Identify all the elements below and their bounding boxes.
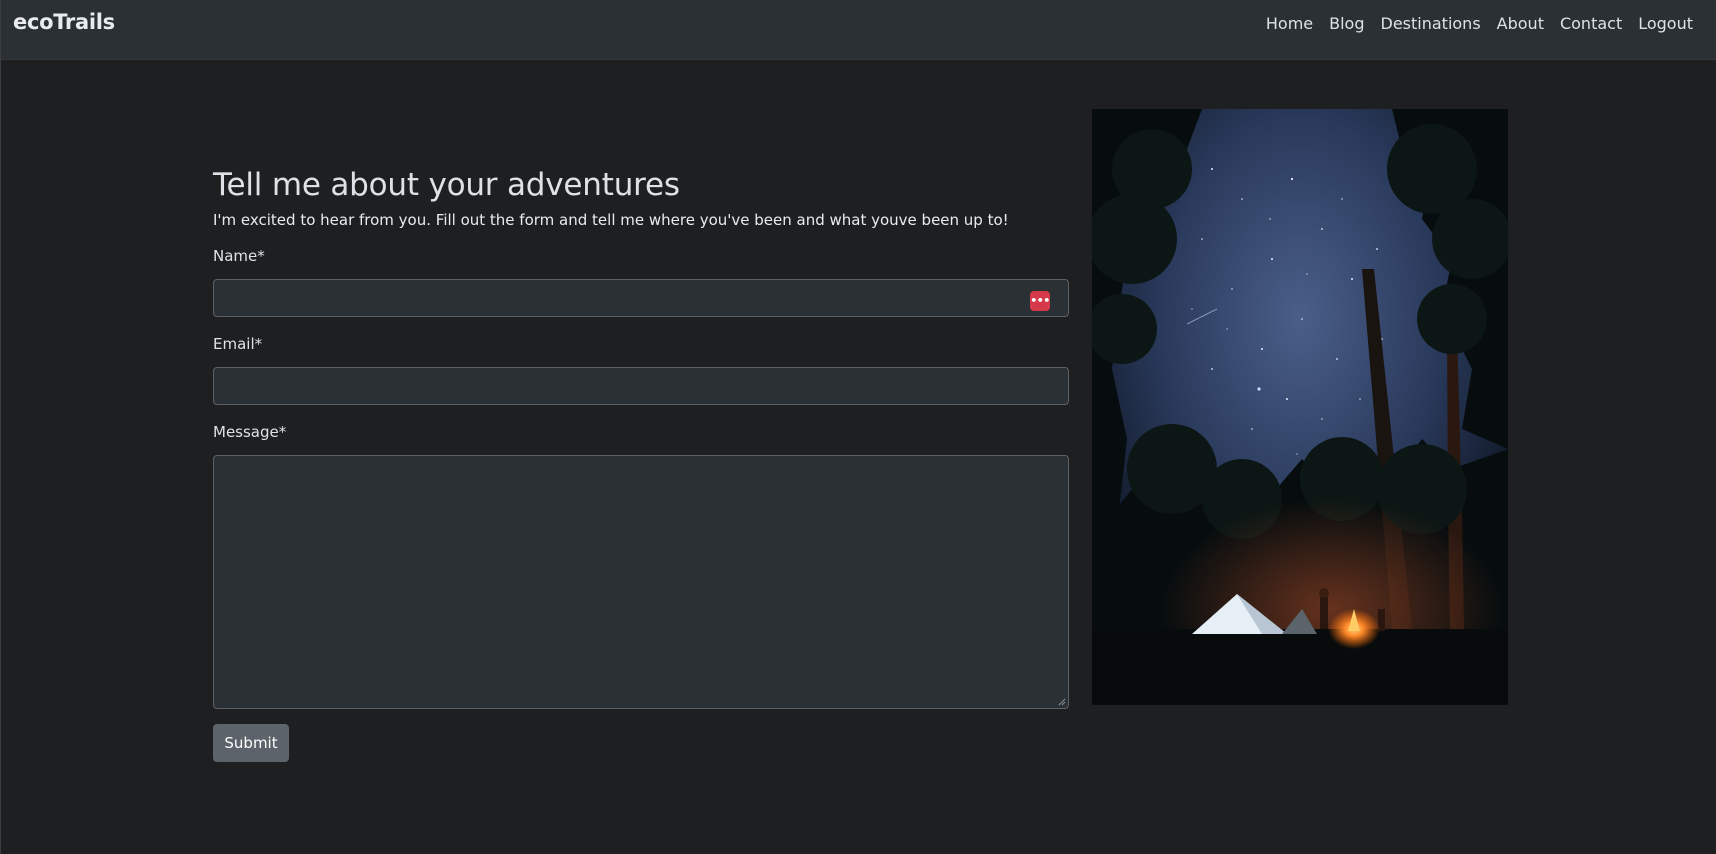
- brand-logo[interactable]: ecoTrails: [13, 10, 115, 34]
- nav-link-home[interactable]: Home: [1258, 13, 1321, 35]
- message-label: Message*: [213, 423, 287, 441]
- page-title: Tell me about your adventures: [213, 167, 680, 203]
- email-input[interactable]: [213, 367, 1069, 405]
- submit-button[interactable]: Submit: [213, 724, 289, 762]
- name-input[interactable]: [213, 279, 1069, 317]
- starry-night-campsite-image: [1092, 109, 1508, 705]
- intro-text: I'm excited to hear from you. Fill out t…: [213, 211, 1009, 229]
- campsite-photo: [1092, 109, 1508, 705]
- resize-grip-icon[interactable]: [1058, 698, 1066, 706]
- nav-link-destinations[interactable]: Destinations: [1373, 13, 1489, 35]
- nav-link-about[interactable]: About: [1489, 13, 1552, 35]
- nav-link-logout[interactable]: Logout: [1630, 13, 1701, 35]
- name-label: Name*: [213, 247, 265, 265]
- email-group: Email*: [213, 333, 1069, 405]
- email-label: Email*: [213, 335, 263, 353]
- nav-link-contact[interactable]: Contact: [1552, 13, 1630, 35]
- name-group: Name*: [213, 245, 1069, 317]
- message-textarea[interactable]: [213, 455, 1069, 709]
- password-manager-icon[interactable]: •••: [1030, 291, 1050, 311]
- message-group: Message*: [213, 421, 1069, 709]
- top-navbar: ecoTrails Home Blog Destinations About C…: [1, 0, 1716, 60]
- nav-links: Home Blog Destinations About Contact Log…: [1258, 13, 1701, 35]
- contact-form: Tell me about your adventures I'm excite…: [213, 165, 1069, 709]
- nav-link-blog[interactable]: Blog: [1321, 13, 1372, 35]
